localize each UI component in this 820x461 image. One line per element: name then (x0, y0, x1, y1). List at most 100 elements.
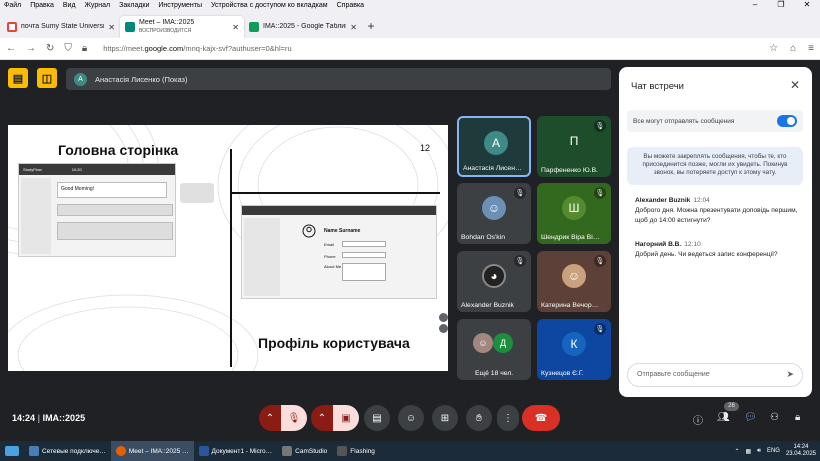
close-window-icon[interactable]: ✕ (794, 0, 820, 9)
menu-edit[interactable]: Правка (30, 2, 54, 9)
close-tab-icon[interactable]: ✕ (108, 23, 115, 32)
gmail-icon (7, 22, 17, 32)
forward-icon[interactable]: → (26, 43, 36, 54)
participant-avatar: ☺ (473, 333, 493, 353)
slide-title-home: Головна сторінка (58, 142, 179, 158)
camera-toggle-button[interactable]: ▣ (333, 405, 359, 431)
participant-tile[interactable]: 🎙︎ П Парфененко Ю.В. (537, 116, 611, 177)
activities-icon[interactable]: ⚇ (770, 412, 779, 423)
meet-icon (125, 22, 135, 32)
volume-icon[interactable]: 🔊︎ (757, 448, 761, 455)
back-icon[interactable]: ← (6, 43, 16, 54)
message-time: 12:10 (684, 241, 701, 248)
chat-message-input[interactable]: Отправьте сообщение ➤ (627, 363, 803, 387)
system-clock[interactable]: 14:24 23.04.2025 (786, 444, 816, 458)
tab-meet[interactable]: Meet – IMA::2025 ВОСПРОИЗВОДИТСЯ ✕ (120, 16, 244, 38)
close-tab-icon[interactable]: ✕ (350, 23, 357, 32)
participant-tile[interactable]: А Анастасія Лисен… (457, 116, 531, 177)
emoji-button[interactable]: ☺ (398, 405, 424, 431)
mic-off-icon: 🎙︎ (594, 323, 606, 335)
chat-icon[interactable]: 💬︎ (744, 412, 757, 423)
tab-mail[interactable]: почта Sumy State University ✕ (2, 16, 120, 38)
lock-icon[interactable]: 🔒︎ (82, 43, 87, 54)
captions-button[interactable]: ▤ (364, 405, 390, 431)
taskbar-item[interactable]: Сетевые подключе… (24, 441, 111, 461)
slide-divider-h (230, 192, 440, 194)
start-button[interactable] (0, 441, 24, 461)
allow-messages-toggle[interactable] (777, 115, 797, 127)
flashing-icon (337, 446, 348, 456)
mock-field-about: About Me (324, 264, 342, 269)
presentation-icon[interactable]: ◫ (37, 68, 57, 88)
participant-avatar: ◕ (482, 264, 506, 288)
chat-title: Чат встречи (631, 81, 684, 92)
slide-control-icon[interactable] (439, 313, 448, 322)
shield-icon[interactable]: ⛉ (64, 43, 72, 54)
more-participants-tile[interactable]: ☺ Д Ещё 18 чел. (457, 319, 531, 380)
network-tray-icon[interactable]: ▦ (746, 448, 752, 455)
language-indicator[interactable]: ENG (767, 448, 780, 454)
menu-help[interactable]: Справка (337, 2, 364, 9)
more-participants-label: Ещё 18 чел. (475, 370, 514, 377)
bookmark-star-icon[interactable]: ☆ (769, 43, 778, 54)
taskbar-item[interactable]: Flashing (332, 441, 380, 461)
home-icon[interactable]: ⌂ (790, 43, 796, 54)
taskbar-label: CamStudio (295, 447, 328, 455)
url-path: /mnq-kajx-svf?authuser=0&hl=ru (183, 44, 292, 53)
mic-toggle-button[interactable]: 🎙︎ (281, 405, 307, 431)
info-icon[interactable]: ⓘ (693, 412, 703, 427)
clock-time: 14:24 (793, 444, 809, 450)
menu-bookmarks[interactable]: Закладки (119, 2, 149, 9)
mock-app-name: StudyFlow (23, 167, 42, 172)
taskbar-item[interactable]: CamStudio (277, 441, 332, 461)
more-vert-icon: ⋮ (503, 412, 513, 424)
audio-options-button[interactable]: ⌃ (259, 405, 281, 431)
menu-file[interactable]: Файл (4, 2, 21, 9)
people-count-badge: 26 (724, 402, 739, 411)
menu-view[interactable]: Вид (63, 2, 76, 9)
menu-tools[interactable]: Инструменты (158, 2, 202, 9)
participant-tile[interactable]: 🎙︎ ◕ Alexander Buznik (457, 251, 531, 312)
menu-history[interactable]: Журнал (85, 2, 111, 9)
participant-name: Bohdan Os'kin (461, 234, 505, 241)
url-bar[interactable]: https://meet.google.com/mnq-kajx-svf?aut… (103, 44, 291, 53)
network-icon (29, 446, 39, 456)
slide-control-icon[interactable] (439, 324, 448, 333)
taskbar-item[interactable]: Документ1 - Micro… (194, 441, 278, 461)
menu-icon[interactable]: ≡ (808, 43, 814, 54)
taskbar-item[interactable]: Meet – IMA::2025 … (110, 441, 194, 461)
mock-illustration (180, 183, 214, 203)
presenter-name: Анастасія Лисенко (Показ) (95, 74, 188, 84)
participant-tile[interactable]: 🎙︎ Ш Шендрик Віра Ві… (537, 183, 611, 244)
tab-sheets[interactable]: IMA::2025 - Google Таблицы ✕ (244, 16, 362, 38)
panel-layout-icon[interactable]: ▤ (8, 68, 28, 88)
restore-icon[interactable]: ❐ (768, 0, 794, 9)
raise-hand-button[interactable]: ✋︎ (466, 405, 492, 431)
participant-tile[interactable]: 🎙︎ ☺ Катерина Вечор… (537, 251, 611, 312)
meeting-time: 14:24 (12, 413, 36, 423)
reload-icon[interactable]: ↻ (46, 43, 54, 54)
host-controls-icon[interactable]: 🔒︎ (795, 412, 800, 423)
participant-tile[interactable]: 🎙︎ ☺ Bohdan Os'kin (457, 183, 531, 244)
more-options-button[interactable]: ⋮ (497, 405, 519, 431)
firefox-icon (115, 446, 126, 456)
shared-slide: Головна сторінка 12 StudyFlow 10:20 Good … (8, 125, 448, 371)
video-options-button[interactable]: ⌃ (311, 405, 333, 431)
tab-title: IMA::2025 - Google Таблицы (263, 23, 347, 30)
new-tab-button[interactable]: + (362, 16, 380, 38)
menu-devices[interactable]: Устройства с доступом ко вкладкам (211, 2, 328, 9)
slide-page-number: 12 (420, 143, 431, 153)
people-icon[interactable]: 👥︎ (717, 412, 730, 423)
tray-arrow-icon[interactable]: ⌃ (734, 448, 739, 455)
minimize-icon[interactable]: – (742, 0, 768, 9)
participant-avatar: ☺ (562, 264, 586, 288)
close-tab-icon[interactable]: ✕ (232, 23, 239, 32)
send-icon[interactable]: ➤ (786, 369, 794, 380)
present-button[interactable]: ⊞ (432, 405, 458, 431)
participant-tile[interactable]: 🎙︎ К Кузнецов Є.Г. (537, 319, 611, 380)
tab-playing-label: ВОСПРОИЗВОДИТСЯ (139, 28, 192, 34)
leave-call-button[interactable]: ☎︎ (522, 405, 560, 431)
taskbar-label: Meet – IMA::2025 … (128, 447, 189, 455)
close-icon[interactable]: ✕ (790, 78, 800, 92)
mic-off-icon: 🎙︎ (594, 255, 606, 267)
